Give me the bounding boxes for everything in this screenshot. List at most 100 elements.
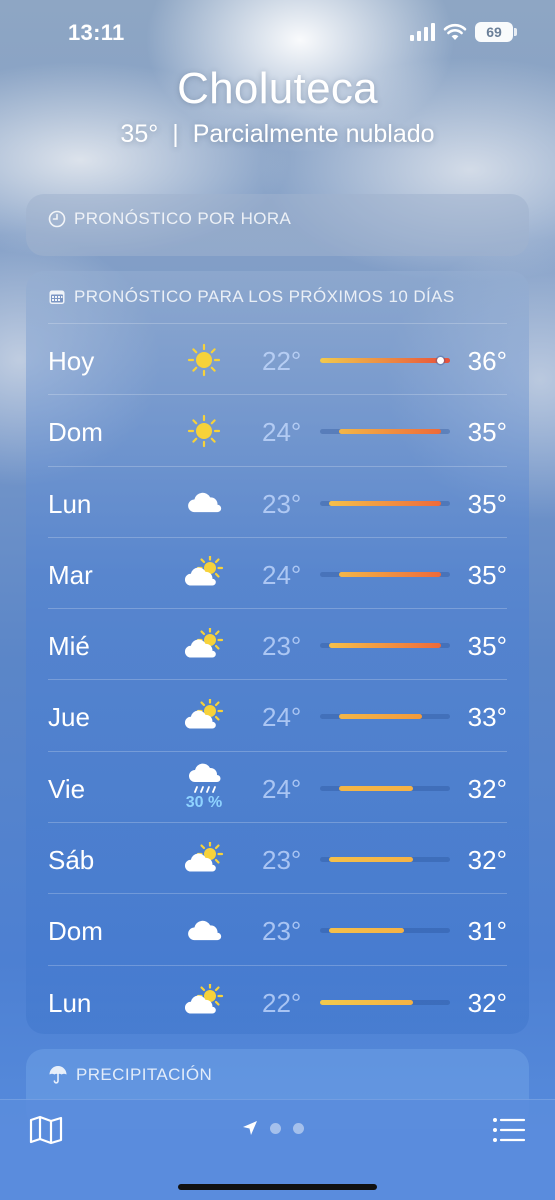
temp-range-bar [320, 643, 450, 649]
temp-range-bar [320, 857, 450, 863]
home-indicator[interactable] [178, 1184, 377, 1190]
temp-range-fill [320, 358, 450, 363]
location-header: Choluteca 35° | Parcialmente nublado [0, 64, 555, 149]
precip-chance: 30 % [185, 794, 223, 812]
day-label: Mar [48, 559, 93, 590]
temp-range-fill [338, 714, 423, 720]
weather-icon-cell [164, 823, 244, 894]
forecast-rows: Hoy 22° 36° Dom 24° 35° Lun 23° 35° Mar … [26, 323, 529, 1036]
low-temp: 24° [262, 417, 302, 448]
day-label: Sáb [48, 845, 95, 876]
day-label: Dom [48, 417, 103, 448]
cloud-icon [184, 915, 224, 945]
precipitation-header: PRECIPITACIÓN [26, 1049, 529, 1101]
page-dot[interactable] [293, 1122, 304, 1134]
temp-range-bar [320, 571, 450, 577]
calendar-icon [49, 290, 65, 304]
sun-icon [186, 342, 222, 378]
weather-icon-cell [164, 609, 244, 680]
low-temp: 23° [262, 845, 302, 876]
page-indicator[interactable] [242, 1120, 304, 1136]
current-temp: 35° [120, 120, 159, 148]
temp-range-fill [338, 429, 441, 435]
forecast-row[interactable]: Hoy 22° 36° [48, 323, 507, 394]
forecast-row[interactable]: Dom 24° 35° [48, 394, 507, 465]
day-label: Lun [48, 987, 92, 1018]
temp-range-fill [338, 785, 413, 791]
day-label: Mié [48, 631, 90, 662]
hourly-forecast-card[interactable]: PRONÓSTICO POR HORA [26, 194, 529, 256]
partly-cloudy-icon [183, 556, 225, 590]
weather-icon-cell [164, 324, 244, 395]
list-icon [493, 1118, 526, 1142]
precipitation-title: PRECIPITACIÓN [76, 1065, 213, 1084]
umbrella-icon [49, 1066, 67, 1084]
forecast-row[interactable]: Mar 24° 35° [48, 536, 507, 609]
status-bar: 13:11 69 [0, 0, 555, 64]
cloud-icon [184, 487, 224, 517]
high-temp: 33° [467, 702, 507, 733]
partly-cloudy-icon [183, 841, 225, 876]
low-temp: 22° [262, 987, 302, 1018]
temp-range-bar [320, 429, 450, 435]
city-name: Choluteca [177, 64, 378, 113]
map-button[interactable] [28, 1112, 64, 1148]
high-temp: 35° [467, 417, 507, 448]
partly-cloudy-icon [183, 627, 225, 662]
forecast-row[interactable]: Jue 24° 33° [48, 679, 507, 750]
weather-icon-cell [164, 395, 244, 466]
temp-range-fill [329, 857, 413, 863]
map-icon [29, 1115, 63, 1145]
forecast-row[interactable]: Mié 23° 35° [48, 608, 507, 679]
low-temp: 23° [262, 631, 302, 662]
high-temp: 32° [467, 773, 507, 804]
low-temp: 24° [262, 559, 302, 590]
low-temp: 23° [262, 916, 302, 947]
temp-range-fill [329, 500, 441, 506]
high-temp: 35° [467, 559, 507, 590]
day-label: Hoy [48, 346, 95, 376]
day-label: Lun [48, 488, 92, 519]
low-temp: 24° [262, 773, 302, 804]
current-condition: Parcialmente nublado [192, 120, 435, 148]
high-temp: 32° [467, 845, 507, 876]
weather-icon-cell: 30 % [164, 752, 244, 823]
forecast-row[interactable]: Lun 23° 35° [48, 465, 507, 538]
temp-range-bar [320, 357, 450, 364]
ten-day-forecast-card[interactable]: PRONÓSTICO PARA LOS PRÓXIMOS 10 DÍAS Hoy… [26, 271, 529, 1034]
low-temp: 24° [262, 702, 302, 733]
temp-range-fill [320, 999, 413, 1005]
temp-range-bar [320, 785, 450, 791]
sun-icon [186, 413, 222, 449]
forecast-row[interactable]: Sáb 23° 32° [48, 822, 507, 893]
forecast-row[interactable]: Dom 23° 31° [48, 893, 507, 964]
forecast-row[interactable]: Lun 22° 32° [48, 964, 507, 1037]
high-temp: 31° [467, 916, 507, 947]
cellular-signal-icon [410, 23, 435, 41]
status-time: 13:11 [68, 20, 125, 45]
partly-cloudy-icon [183, 698, 225, 733]
temp-range-fill [338, 571, 441, 577]
weather-icon-cell [164, 966, 244, 1037]
wifi-icon [443, 23, 467, 40]
high-temp: 32° [467, 987, 507, 1018]
weather-icon-cell [164, 538, 244, 609]
temp-range-fill [329, 928, 404, 934]
ten-day-forecast-header: PRONÓSTICO PARA LOS PRÓXIMOS 10 DÍAS [26, 271, 529, 323]
hourly-forecast-title: PRONÓSTICO POR HORA [74, 209, 292, 228]
separator: | [172, 120, 179, 148]
list-button[interactable] [491, 1112, 527, 1148]
bottom-toolbar [0, 1099, 555, 1200]
hourly-forecast-header: PRONÓSTICO POR HORA [26, 194, 529, 244]
status-icons: 69 [410, 22, 517, 42]
weather-icon-cell [164, 894, 244, 965]
high-temp: 35° [467, 631, 507, 662]
weather-icon-cell [164, 467, 244, 538]
low-temp: 22° [262, 346, 302, 376]
low-temp: 23° [262, 488, 302, 519]
weather-icon-cell [164, 680, 244, 751]
forecast-row[interactable]: Vie 30 % 24° 32° [48, 750, 507, 823]
page-dot[interactable] [270, 1122, 281, 1134]
day-label: Dom [48, 916, 103, 947]
high-temp: 35° [467, 488, 507, 519]
